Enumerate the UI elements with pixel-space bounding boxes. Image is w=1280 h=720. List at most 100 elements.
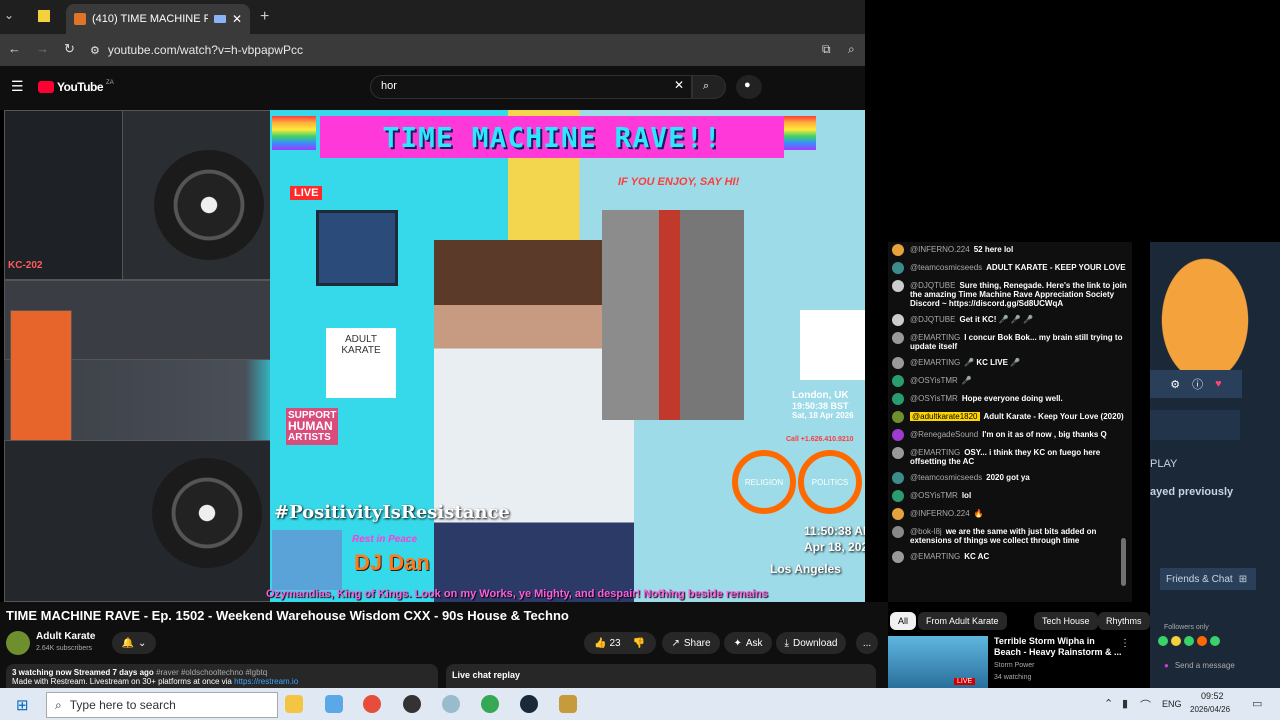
reload-icon[interactable]: ↻ <box>64 41 75 57</box>
channel-name[interactable]: Adult Karate <box>36 631 95 642</box>
recommendation-menu-icon[interactable]: ⋮ <box>1120 638 1130 649</box>
taskbar-time[interactable]: 09:52 <box>1201 691 1224 701</box>
app-icon[interactable] <box>403 695 421 713</box>
chat-author[interactable]: @DJQTUBE <box>910 315 955 324</box>
recommendation-thumbnail[interactable]: LIVE <box>888 636 988 688</box>
chat-message[interactable]: @INFERNO.224 52 here lol <box>892 242 1128 260</box>
download-button[interactable]: ⤓ Download <box>776 632 846 654</box>
chrome-icon[interactable] <box>363 695 381 713</box>
chat-message[interactable]: @EMARTING KC AC <box>892 549 1128 567</box>
tab-group-icon[interactable] <box>38 10 50 22</box>
app-icon-2[interactable] <box>442 695 460 713</box>
active-tab[interactable]: (410) TIME MACHINE RAVE ✕ <box>66 4 250 34</box>
steam-field[interactable] <box>1150 410 1240 440</box>
url-bar[interactable]: ⚙ youtube.com/watch?v=h-vbpapwPcc <box>90 38 854 62</box>
play-label[interactable]: PLAY <box>1150 458 1177 470</box>
chat-message[interactable]: @DJQTUBE Sure thing, Renegade. Here's the… <box>892 278 1128 312</box>
chat-author[interactable]: @teamcosmicseeds <box>910 473 982 482</box>
chat-author[interactable]: @adultkarate1820 <box>910 412 980 421</box>
close-tab-icon[interactable]: ✕ <box>232 12 242 26</box>
site-info-icon[interactable]: ⚙ <box>90 44 100 57</box>
chat-author[interactable]: @teamcosmicseeds <box>910 263 982 272</box>
chat-message[interactable]: @EMARTING I concur Bok Bok... my brain st… <box>892 330 1128 355</box>
heart-icon[interactable]: ♥ <box>1215 378 1222 390</box>
chat-author[interactable]: @EMARTING <box>910 333 960 342</box>
emote-icon[interactable] <box>1197 636 1207 646</box>
chat-author[interactable]: @bok-l8j <box>910 527 942 536</box>
emote-icon[interactable] <box>1184 636 1194 646</box>
chat-message[interactable]: @adultkarate1820 Adult Karate - Keep Your… <box>892 409 1128 427</box>
tab-search-icon[interactable]: ⌄ <box>4 8 14 22</box>
network-icon[interactable]: ⌒ <box>1140 697 1151 713</box>
voice-search-button[interactable]: ● <box>736 75 762 99</box>
live-chat-replay-header[interactable]: Live chat replay <box>446 664 876 688</box>
file-explorer-icon[interactable] <box>285 695 303 713</box>
emote-icon[interactable] <box>1158 636 1168 646</box>
chat-message[interactable]: @OSYisTMR Hope everyone doing well. <box>892 391 1128 409</box>
info-icon[interactable]: ⓘ <box>1192 376 1203 392</box>
search-button[interactable]: ⌕ <box>692 75 726 99</box>
chat-author[interactable]: @EMARTING <box>910 552 960 561</box>
chrome-profile-icon[interactable] <box>481 695 499 713</box>
taskbar-date[interactable]: 2026/04/26 <box>1190 705 1230 714</box>
cast-icon[interactable]: ⧉ <box>822 42 831 57</box>
chat-message[interactable]: @OSYisTMR lol <box>892 488 1128 506</box>
forward-icon[interactable]: → <box>36 41 49 56</box>
chip-tech-house[interactable]: Tech House <box>1034 612 1098 630</box>
send-message-field[interactable]: ● Send a message <box>1164 656 1244 674</box>
chat-author[interactable]: @EMARTING <box>910 358 960 367</box>
audio-icon[interactable] <box>213 15 226 23</box>
chat-message[interactable]: @teamcosmicseeds 2020 got ya <box>892 470 1128 488</box>
tray-chevron-icon[interactable]: ⌃ <box>1104 697 1113 710</box>
steam-icon[interactable] <box>520 695 538 713</box>
chip-from-adult-karate[interactable]: From Adult Karate <box>918 612 1007 630</box>
chat-author[interactable]: @OSYisTMR <box>910 491 958 500</box>
chat-author[interactable]: @RenegadeSound <box>910 430 978 439</box>
chat-message[interactable]: @DJQTUBE Get it KC! 🎤 🎤 🎤 <box>892 312 1128 330</box>
like-button[interactable]: 👍 23 <box>594 638 621 649</box>
clear-search-icon[interactable]: ✕ <box>674 78 684 92</box>
chat-message[interactable]: @bok-l8j we are the same with just bits a… <box>892 524 1128 549</box>
desc-link[interactable]: https://restream.io <box>234 677 298 686</box>
taskbar-search[interactable]: ⌕ Type here to search <box>46 692 278 718</box>
emote-icon[interactable] <box>1171 636 1181 646</box>
video-player[interactable]: KC-202 TIME MACHINE RAVE!! IF YOU ENJOY,… <box>4 110 865 602</box>
chat-author[interactable]: @INFERNO.224 <box>910 245 970 254</box>
game-icon[interactable] <box>559 695 577 713</box>
chat-message[interactable]: @EMARTING OSY... i think they KC on fuego… <box>892 445 1128 470</box>
more-actions-button[interactable]: ... <box>856 632 878 654</box>
recommendation-title[interactable]: Terrible Storm Wipha in Beach - Heavy Ra… <box>994 636 1124 658</box>
chat-message[interactable]: @teamcosmicseeds ADULT KARATE - KEEP YOUR… <box>892 260 1128 278</box>
notifications-button[interactable]: 🔔 ⌄ <box>112 632 156 654</box>
channel-avatar[interactable] <box>6 631 30 655</box>
chat-message[interactable]: @OSYisTMR 🎤 <box>892 373 1128 391</box>
chat-author[interactable]: @OSYisTMR <box>910 376 958 385</box>
ask-button[interactable]: ✦ Ask <box>724 632 772 654</box>
chat-message[interactable]: @RenegadeSound I'm on it as of now , big … <box>892 427 1128 445</box>
description-box[interactable]: 3 watching now Streamed 7 days ago #rave… <box>6 664 438 688</box>
search-input[interactable]: hor <box>370 75 692 99</box>
chip-all[interactable]: All <box>890 612 917 630</box>
chat-scrollbar[interactable] <box>1121 538 1126 586</box>
back-icon[interactable]: ← <box>8 41 21 56</box>
zoom-icon[interactable]: ⌕ <box>848 42 855 57</box>
share-button[interactable]: ↗ Share <box>662 632 720 654</box>
language-indicator[interactable]: ENG <box>1162 699 1182 709</box>
menu-icon[interactable]: ☰ <box>11 78 24 95</box>
chip-rhythms[interactable]: Rhythms <box>1098 612 1150 630</box>
dislike-button[interactable]: 👎 <box>633 638 645 649</box>
chat-author[interactable]: @INFERNO.224 <box>910 509 970 518</box>
friends-chat-button[interactable]: Friends & Chat ⊞ <box>1160 568 1256 590</box>
chat-author[interactable]: @OSYisTMR <box>910 394 958 403</box>
chat-author[interactable]: @DJQTUBE <box>910 281 955 290</box>
emote-icon[interactable] <box>1210 636 1220 646</box>
mic-icon[interactable]: ● <box>1164 661 1169 670</box>
notification-icon[interactable]: ▭ <box>1252 697 1262 710</box>
chat-author[interactable]: @EMARTING <box>910 448 960 457</box>
new-tab-icon[interactable]: + <box>260 8 269 26</box>
youtube-logo[interactable]: YouTube ZA <box>38 80 114 94</box>
start-icon[interactable]: ⊞ <box>16 696 29 714</box>
copilot-icon[interactable] <box>325 695 343 713</box>
chat-message[interactable]: @EMARTING 🎤 KC LIVE 🎤 <box>892 355 1128 373</box>
chat-message[interactable]: @INFERNO.224 🔥 <box>892 506 1128 524</box>
